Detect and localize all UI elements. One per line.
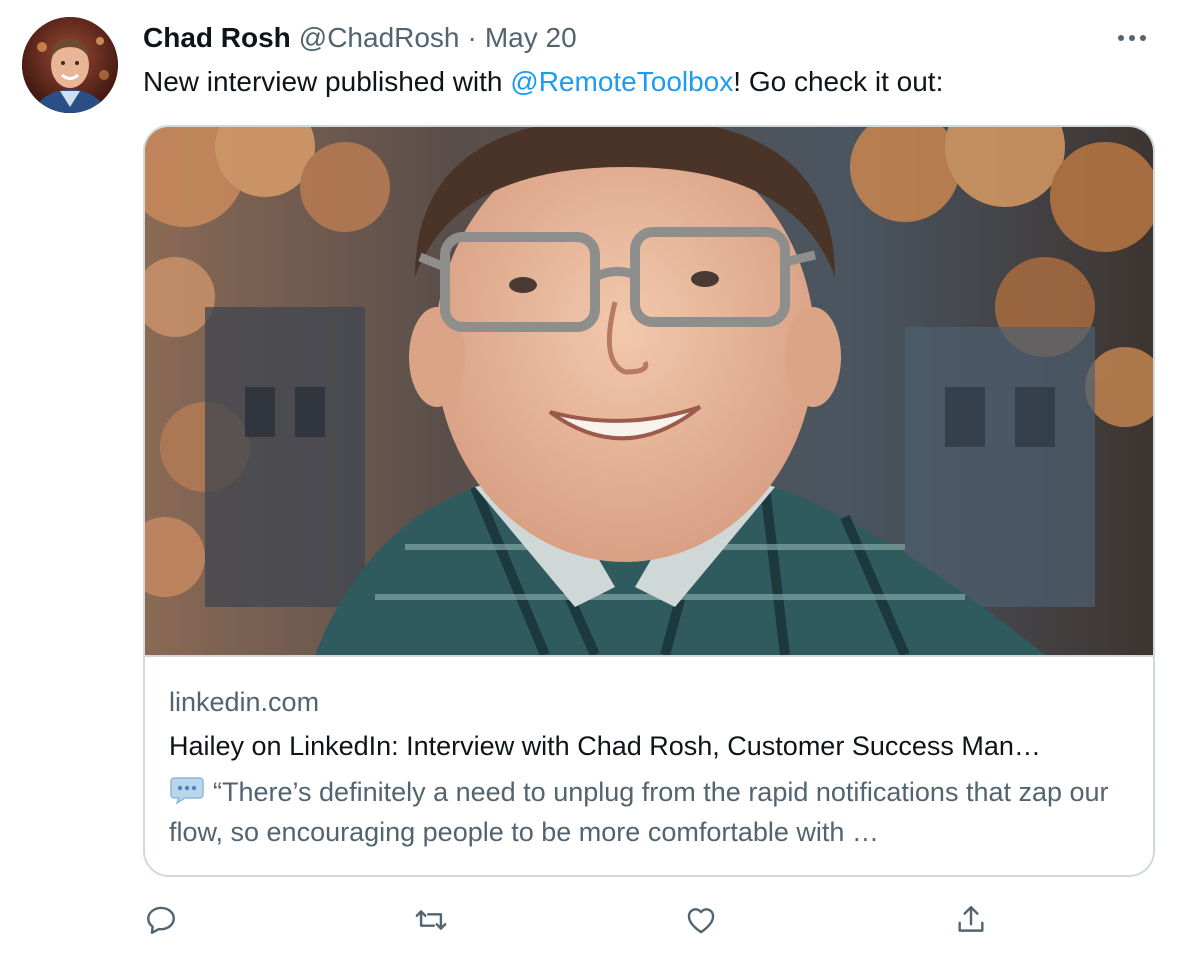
- share-icon[interactable]: [949, 898, 993, 942]
- speech-bubble-icon: [169, 775, 205, 805]
- more-icon[interactable]: [1112, 24, 1152, 52]
- tweet-text-after: ! Go check it out:: [733, 66, 944, 97]
- like-icon[interactable]: [679, 898, 723, 942]
- avatar[interactable]: [22, 17, 118, 113]
- tweet-actions: [143, 898, 1043, 942]
- tweet-date[interactable]: May 20: [485, 22, 577, 54]
- reply-icon[interactable]: [139, 898, 183, 942]
- tweet-text: New interview published with @RemoteTool…: [143, 64, 943, 100]
- tweet-text-before: New interview published with: [143, 66, 511, 97]
- mention-link[interactable]: @RemoteToolbox: [510, 66, 733, 97]
- card-title: Hailey on LinkedIn: Interview with Chad …: [169, 731, 1041, 761]
- header-separator: ·: [467, 22, 477, 53]
- card-description: “There’s definitely a need to unplug fro…: [169, 772, 1139, 852]
- card-description-text: “There’s definitely a need to unplug fro…: [169, 777, 1109, 847]
- tweet-header: Chad Rosh @ChadRosh · May 20: [143, 20, 577, 56]
- link-card[interactable]: linkedin.com Hailey on LinkedIn: Intervi…: [143, 125, 1155, 877]
- card-domain: linkedin.com: [169, 687, 320, 717]
- tweet[interactable]: Chad Rosh @ChadRosh · May 20 New intervi…: [0, 0, 1191, 964]
- card-image: [145, 127, 1153, 658]
- author-name[interactable]: Chad Rosh: [143, 22, 291, 54]
- retweet-icon[interactable]: [409, 898, 453, 942]
- author-handle[interactable]: @ChadRosh: [299, 22, 460, 54]
